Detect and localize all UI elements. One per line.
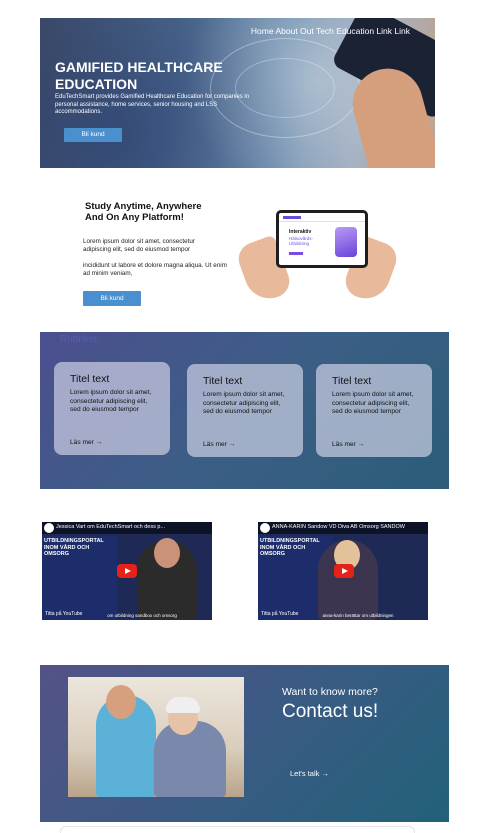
tablet-heading: Interaktiv <box>289 229 312 235</box>
footer-edge <box>60 826 415 833</box>
study-title: Study Anytime, Anywhere And On Any Platf… <box>80 200 210 223</box>
info-card: Titel text Lorem ipsum dolor sit amet, c… <box>316 364 432 457</box>
card-read-more-link[interactable]: Läs mer → <box>70 439 102 446</box>
video-embed[interactable]: UTBILDNINGSPORTAL INOM VÅRD OCH OMSORG A… <box>258 522 428 620</box>
watch-on-youtube-link[interactable]: Titta på YouTube <box>261 611 298 617</box>
video-caption: om utbildning sandbox och omsorg <box>107 613 177 618</box>
card-read-more-link[interactable]: Läs mer → <box>203 441 235 448</box>
top-navigation[interactable]: Home About Out Tech Education Link Link <box>251 26 410 36</box>
video-title[interactable]: ANNA-KARIN Sandow VD Diva AB Omsorg SAND… <box>272 524 405 530</box>
card-read-more-link[interactable]: Läs mer → <box>332 441 364 448</box>
contact-section: Want to know more? Contact us! Let's tal… <box>40 665 449 822</box>
channel-avatar-icon <box>260 523 270 533</box>
study-signup-button[interactable]: Bli kund <box>83 291 141 306</box>
tablet-button <box>289 252 303 255</box>
lets-talk-link[interactable]: Let's talk → <box>290 769 329 778</box>
tablet-logo <box>283 216 301 219</box>
video-banner-text: UTBILDNINGSPORTAL INOM VÅRD OCH OMSORG <box>260 538 320 557</box>
caregiver-photo <box>68 677 244 797</box>
card-body: Lorem ipsum dolor sit amet, consectetur … <box>332 391 414 415</box>
play-icon[interactable] <box>334 564 354 578</box>
hero-banner: Home About Out Tech Education Link Link … <box>40 18 435 168</box>
study-paragraph-2: incididunt ut labore et dolore magna ali… <box>83 262 227 277</box>
card-body: Lorem ipsum dolor sit amet, consectetur … <box>70 389 152 413</box>
video-embed[interactable]: UTBILDNINGSPORTAL INOM VÅRD OCH OMSORG J… <box>42 522 212 620</box>
video-title[interactable]: Jessica Vart om EduTechSmart och dess p.… <box>56 524 165 530</box>
video-caption: anna-karin berättar om utbildningen <box>322 613 394 618</box>
tablet-illustration <box>335 227 357 257</box>
cards-section: Rubriker Titel text Lorem ipsum dolor si… <box>40 332 449 489</box>
hero-description: EduTechSmart provides Gamified Healthcar… <box>55 94 250 115</box>
card-title: Titel text <box>332 375 372 387</box>
watch-on-youtube-link[interactable]: Titta på YouTube <box>45 611 82 617</box>
study-paragraph-1: Lorem ipsum dolor sit amet, consectetur … <box>83 238 195 253</box>
cards-heading: Rubriker <box>60 334 98 345</box>
card-title: Titel text <box>203 375 243 387</box>
channel-avatar-icon <box>44 523 54 533</box>
info-card: Titel text Lorem ipsum dolor sit amet, c… <box>54 362 170 455</box>
contact-subtitle: Want to know more? <box>282 686 378 698</box>
video-person-head <box>154 538 180 568</box>
tablet-subheading: Hälsovårds-Utbildning <box>289 236 314 246</box>
hero-signup-button[interactable]: Bli kund <box>64 128 122 142</box>
card-title: Titel text <box>70 373 110 385</box>
info-card: Titel text Lorem ipsum dolor sit amet, c… <box>187 364 303 457</box>
video-banner-text: UTBILDNINGSPORTAL INOM VÅRD OCH OMSORG <box>44 538 104 557</box>
hero-title: GAMIFIED HEALTHCARE EDUCATION <box>55 59 223 92</box>
tablet-mockup-image: Interaktiv Hälsovårds-Utbildning <box>276 210 368 268</box>
card-body: Lorem ipsum dolor sit amet, consectetur … <box>203 391 285 415</box>
contact-title: Contact us! <box>282 701 379 722</box>
play-icon[interactable] <box>117 564 137 578</box>
page: Home About Out Tech Education Link Link … <box>0 0 484 833</box>
